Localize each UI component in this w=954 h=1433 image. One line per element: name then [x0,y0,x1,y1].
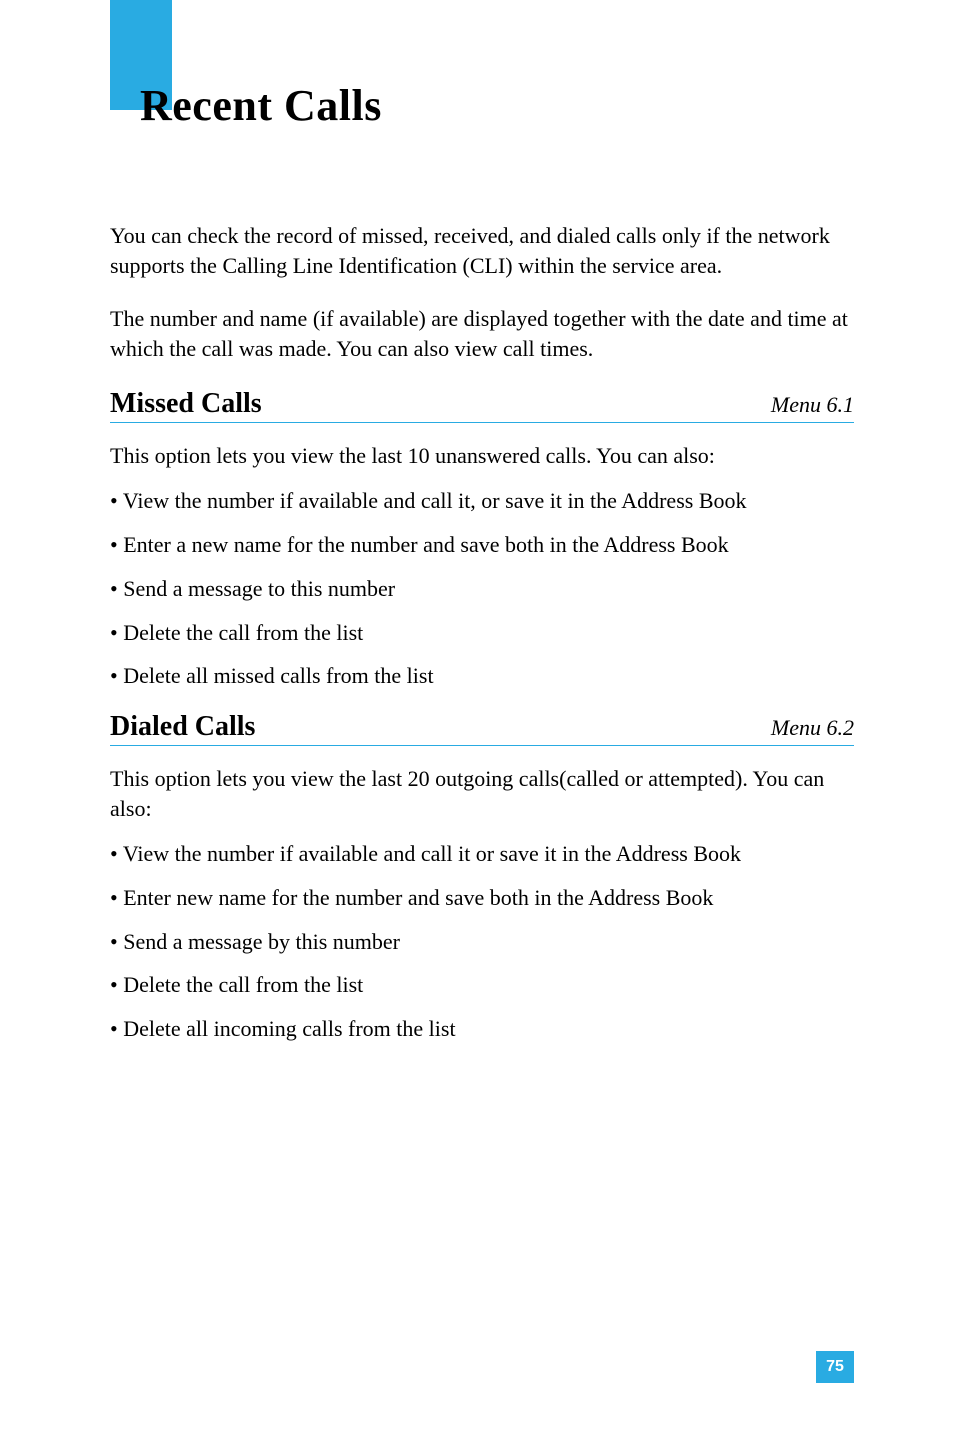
page-number: 75 [826,1358,844,1376]
section-title: Missed Calls [110,388,262,420]
section-menu-label: Menu 6.2 [771,715,854,741]
section-heading: Dialed Calls Menu 6.2 [110,711,854,746]
intro-paragraph-1: You can check the record of missed, rece… [110,221,854,280]
bullet-list: View the number if available and call it… [110,486,854,690]
bullet-list: View the number if available and call it… [110,839,854,1043]
list-item: Send a message by this number [110,927,854,957]
page-number-badge: 75 [816,1351,854,1383]
list-item: Delete all incoming calls from the list [110,1014,854,1044]
title-block: Recent Calls [110,50,854,131]
section-missed-calls: Missed Calls Menu 6.1 This option lets y… [110,388,854,691]
list-item: Delete the call from the list [110,970,854,1000]
list-item: View the number if available and call it… [110,486,854,516]
section-dialed-calls: Dialed Calls Menu 6.2 This option lets y… [110,711,854,1044]
document-page: Recent Calls You can check the record of… [0,0,954,1044]
intro-paragraph-2: The number and name (if available) are d… [110,304,854,363]
section-heading: Missed Calls Menu 6.1 [110,388,854,423]
section-menu-label: Menu 6.1 [771,392,854,418]
list-item: Delete all missed calls from the list [110,661,854,691]
list-item: Send a message to this number [110,574,854,604]
section-intro: This option lets you view the last 10 un… [110,441,854,471]
page-title: Recent Calls [110,50,854,131]
list-item: Enter a new name for the number and save… [110,530,854,560]
section-intro: This option lets you view the last 20 ou… [110,764,854,823]
list-item: Delete the call from the list [110,618,854,648]
section-title: Dialed Calls [110,711,255,743]
list-item: Enter new name for the number and save b… [110,883,854,913]
list-item: View the number if available and call it… [110,839,854,869]
